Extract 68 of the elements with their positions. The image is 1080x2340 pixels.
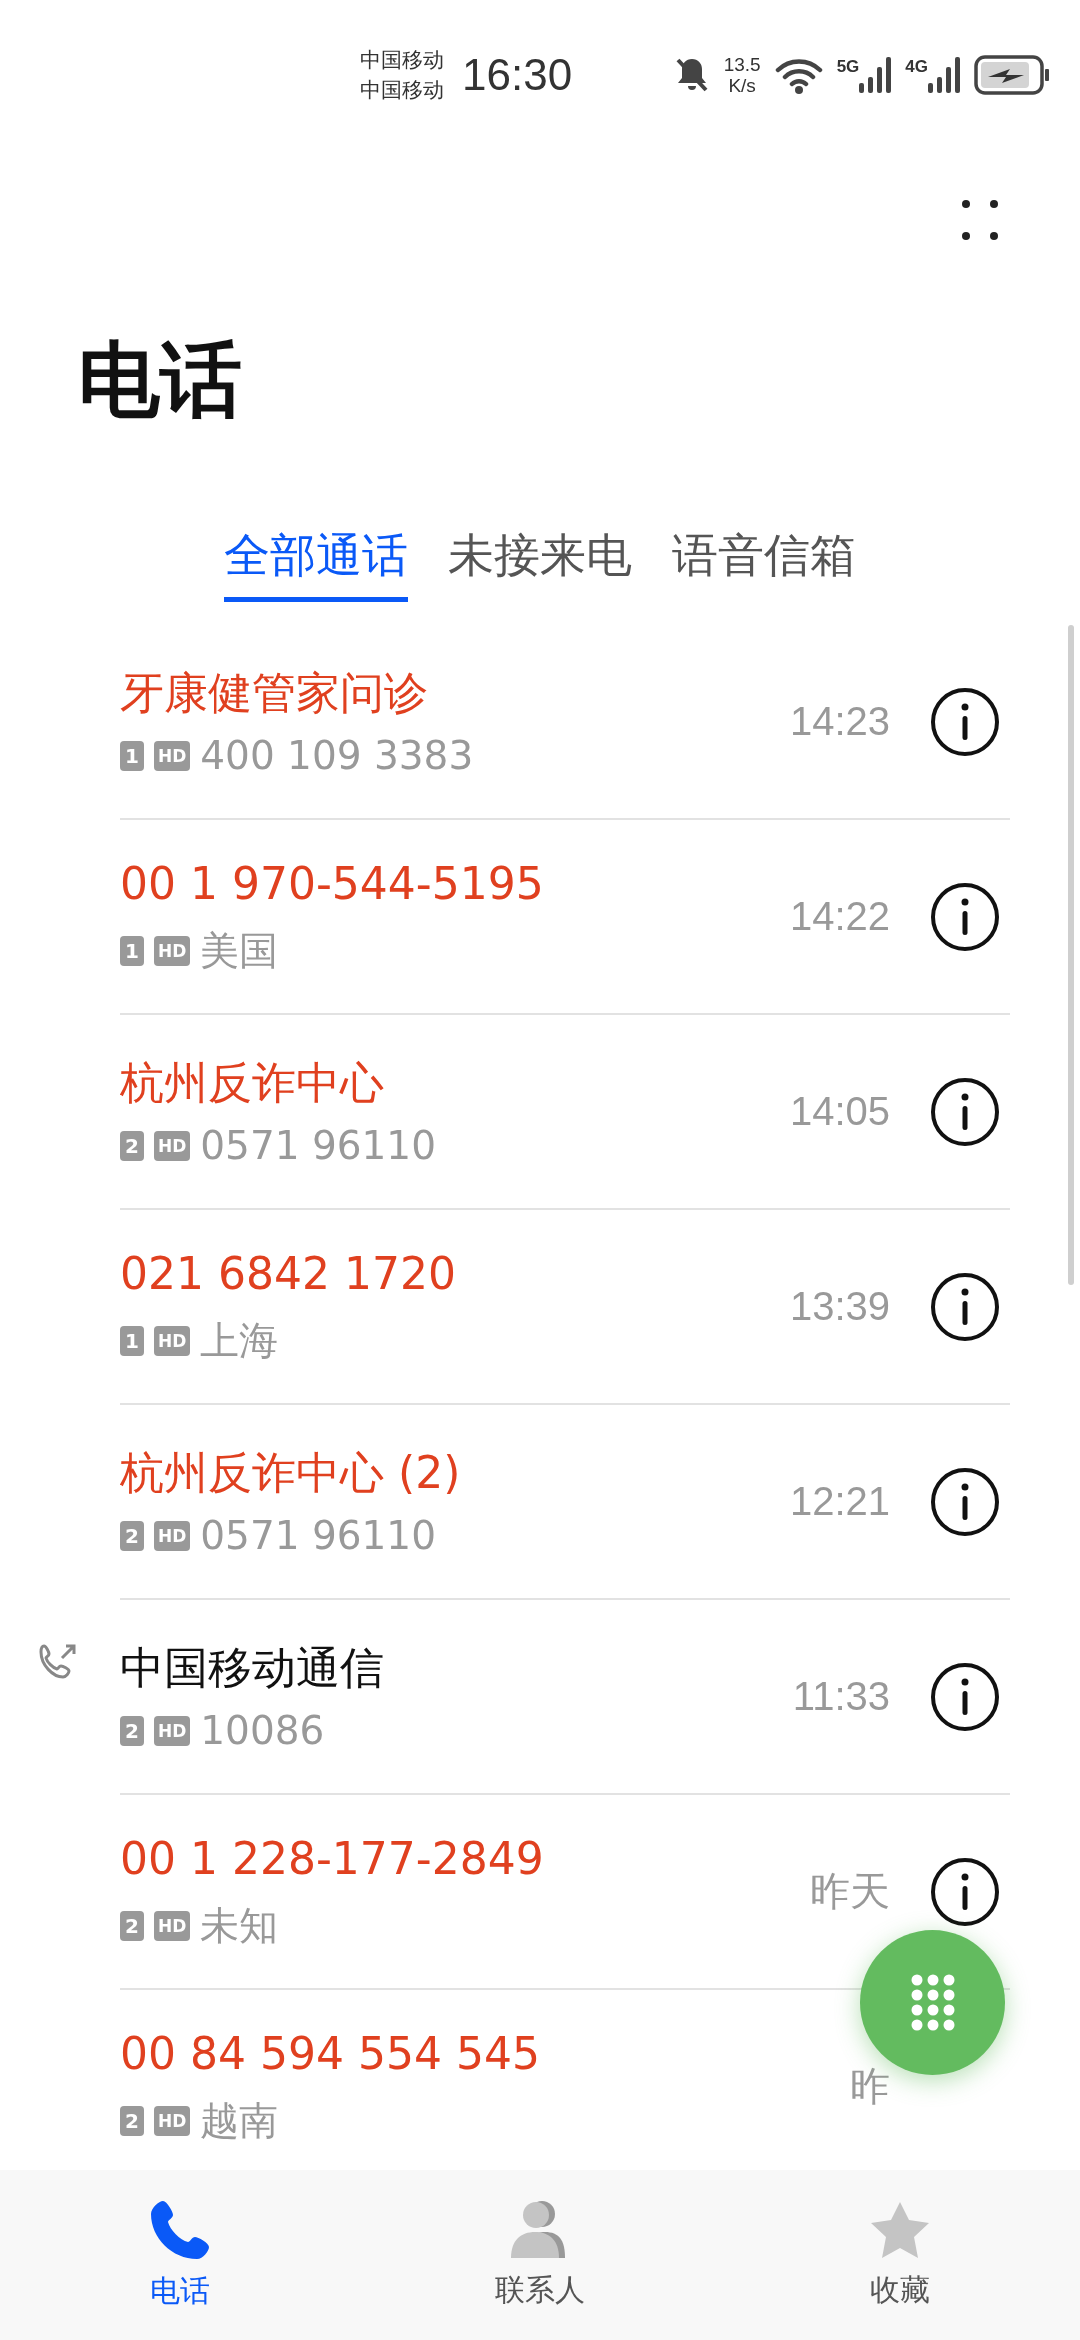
info-icon[interactable] <box>930 1466 1000 1537</box>
status-time: 16:30 <box>462 50 573 100</box>
tab[interactable]: 未接来电 <box>448 525 632 602</box>
battery-charging-icon <box>974 55 1050 95</box>
tab[interactable]: 语音信箱 <box>672 525 856 602</box>
call-time: 昨 <box>850 2063 890 2110</box>
info-icon[interactable] <box>930 1076 1000 1147</box>
hd-badge: HD <box>153 1910 191 1941</box>
sim-badge: 1 <box>120 1325 144 1356</box>
nav-tab[interactable]: 收藏 <box>800 2198 1000 2312</box>
info-icon[interactable] <box>930 1661 1000 1732</box>
hd-badge: HD <box>153 740 191 771</box>
caller-name: 中国移动通信 <box>120 1641 385 1695</box>
nav-tab[interactable]: 联系人 <box>440 2198 640 2312</box>
sim-badge: 1 <box>120 740 144 771</box>
tab[interactable]: 全部通话 <box>224 525 408 602</box>
info-icon[interactable] <box>930 686 1000 757</box>
caller-name: 杭州反诈中心 (2) <box>120 1446 462 1500</box>
hd-badge: HD <box>153 1130 191 1161</box>
signal-icon <box>859 57 892 93</box>
speed-unit: K/s <box>728 75 756 96</box>
info-icon[interactable] <box>930 881 1000 952</box>
info-icon[interactable] <box>930 1856 1000 1927</box>
caller-name: 00 1 228-177-2849 <box>120 1831 545 1886</box>
phone-icon <box>149 2198 211 2261</box>
call-detail: 0571 96110 <box>200 1513 436 1558</box>
hd-badge: HD <box>153 1520 191 1551</box>
caller-name: 00 84 594 554 545 <box>120 2026 541 2081</box>
network-type: 4G <box>905 57 928 77</box>
sim-badge: 2 <box>120 1910 144 1941</box>
dialpad-icon <box>909 1973 956 2032</box>
sim-badge: 1 <box>120 935 144 966</box>
info-icon[interactable] <box>930 1271 1000 1342</box>
call-detail: 0571 96110 <box>200 1123 436 1168</box>
caller-name: 021 6842 1720 <box>120 1246 457 1301</box>
call-time: 14:05 <box>789 1089 890 1134</box>
call-detail: 美国 <box>200 926 279 975</box>
sim-badge: 2 <box>120 1520 144 1551</box>
call-detail: 400 109 3383 <box>200 733 474 778</box>
caller-name: 杭州反诈中心 <box>120 1056 385 1110</box>
call-time: 14:22 <box>789 894 890 939</box>
hd-badge: HD <box>153 935 191 966</box>
network-type: 5G <box>836 57 860 77</box>
hd-badge: HD <box>153 1325 191 1356</box>
signal-icon <box>928 57 960 93</box>
call-time: 昨天 <box>810 1868 890 1915</box>
call-detail: 未知 <box>200 1901 279 1950</box>
hd-badge: HD <box>153 2105 191 2136</box>
call-time: 11:33 <box>792 1674 890 1719</box>
caller-name: 00 1 970-544-5195 <box>120 856 545 911</box>
speed-value: 13.5 <box>723 54 761 75</box>
sim-badge: 2 <box>120 1715 144 1746</box>
nav-tab[interactable]: 电话 <box>80 2197 280 2313</box>
sim-badge: 2 <box>120 2105 144 2136</box>
call-detail: 10086 <box>200 1708 325 1753</box>
carrier-name: 中国移动 <box>360 47 444 74</box>
wifi-icon <box>774 56 823 94</box>
call-time: 14:23 <box>789 699 890 744</box>
page-title: 电话 <box>78 331 243 429</box>
sim-badge: 2 <box>120 1130 144 1161</box>
call-time: 12:21 <box>789 1479 890 1524</box>
more-options-icon[interactable] <box>960 198 1000 242</box>
carrier-name: 中国移动 <box>360 77 444 104</box>
call-detail: 越南 <box>200 2096 279 2145</box>
hd-badge: HD <box>153 1715 191 1746</box>
call-time: 13:39 <box>789 1284 890 1329</box>
call-detail: 上海 <box>200 1316 279 1365</box>
caller-name: 牙康健管家问诊 <box>120 666 429 720</box>
